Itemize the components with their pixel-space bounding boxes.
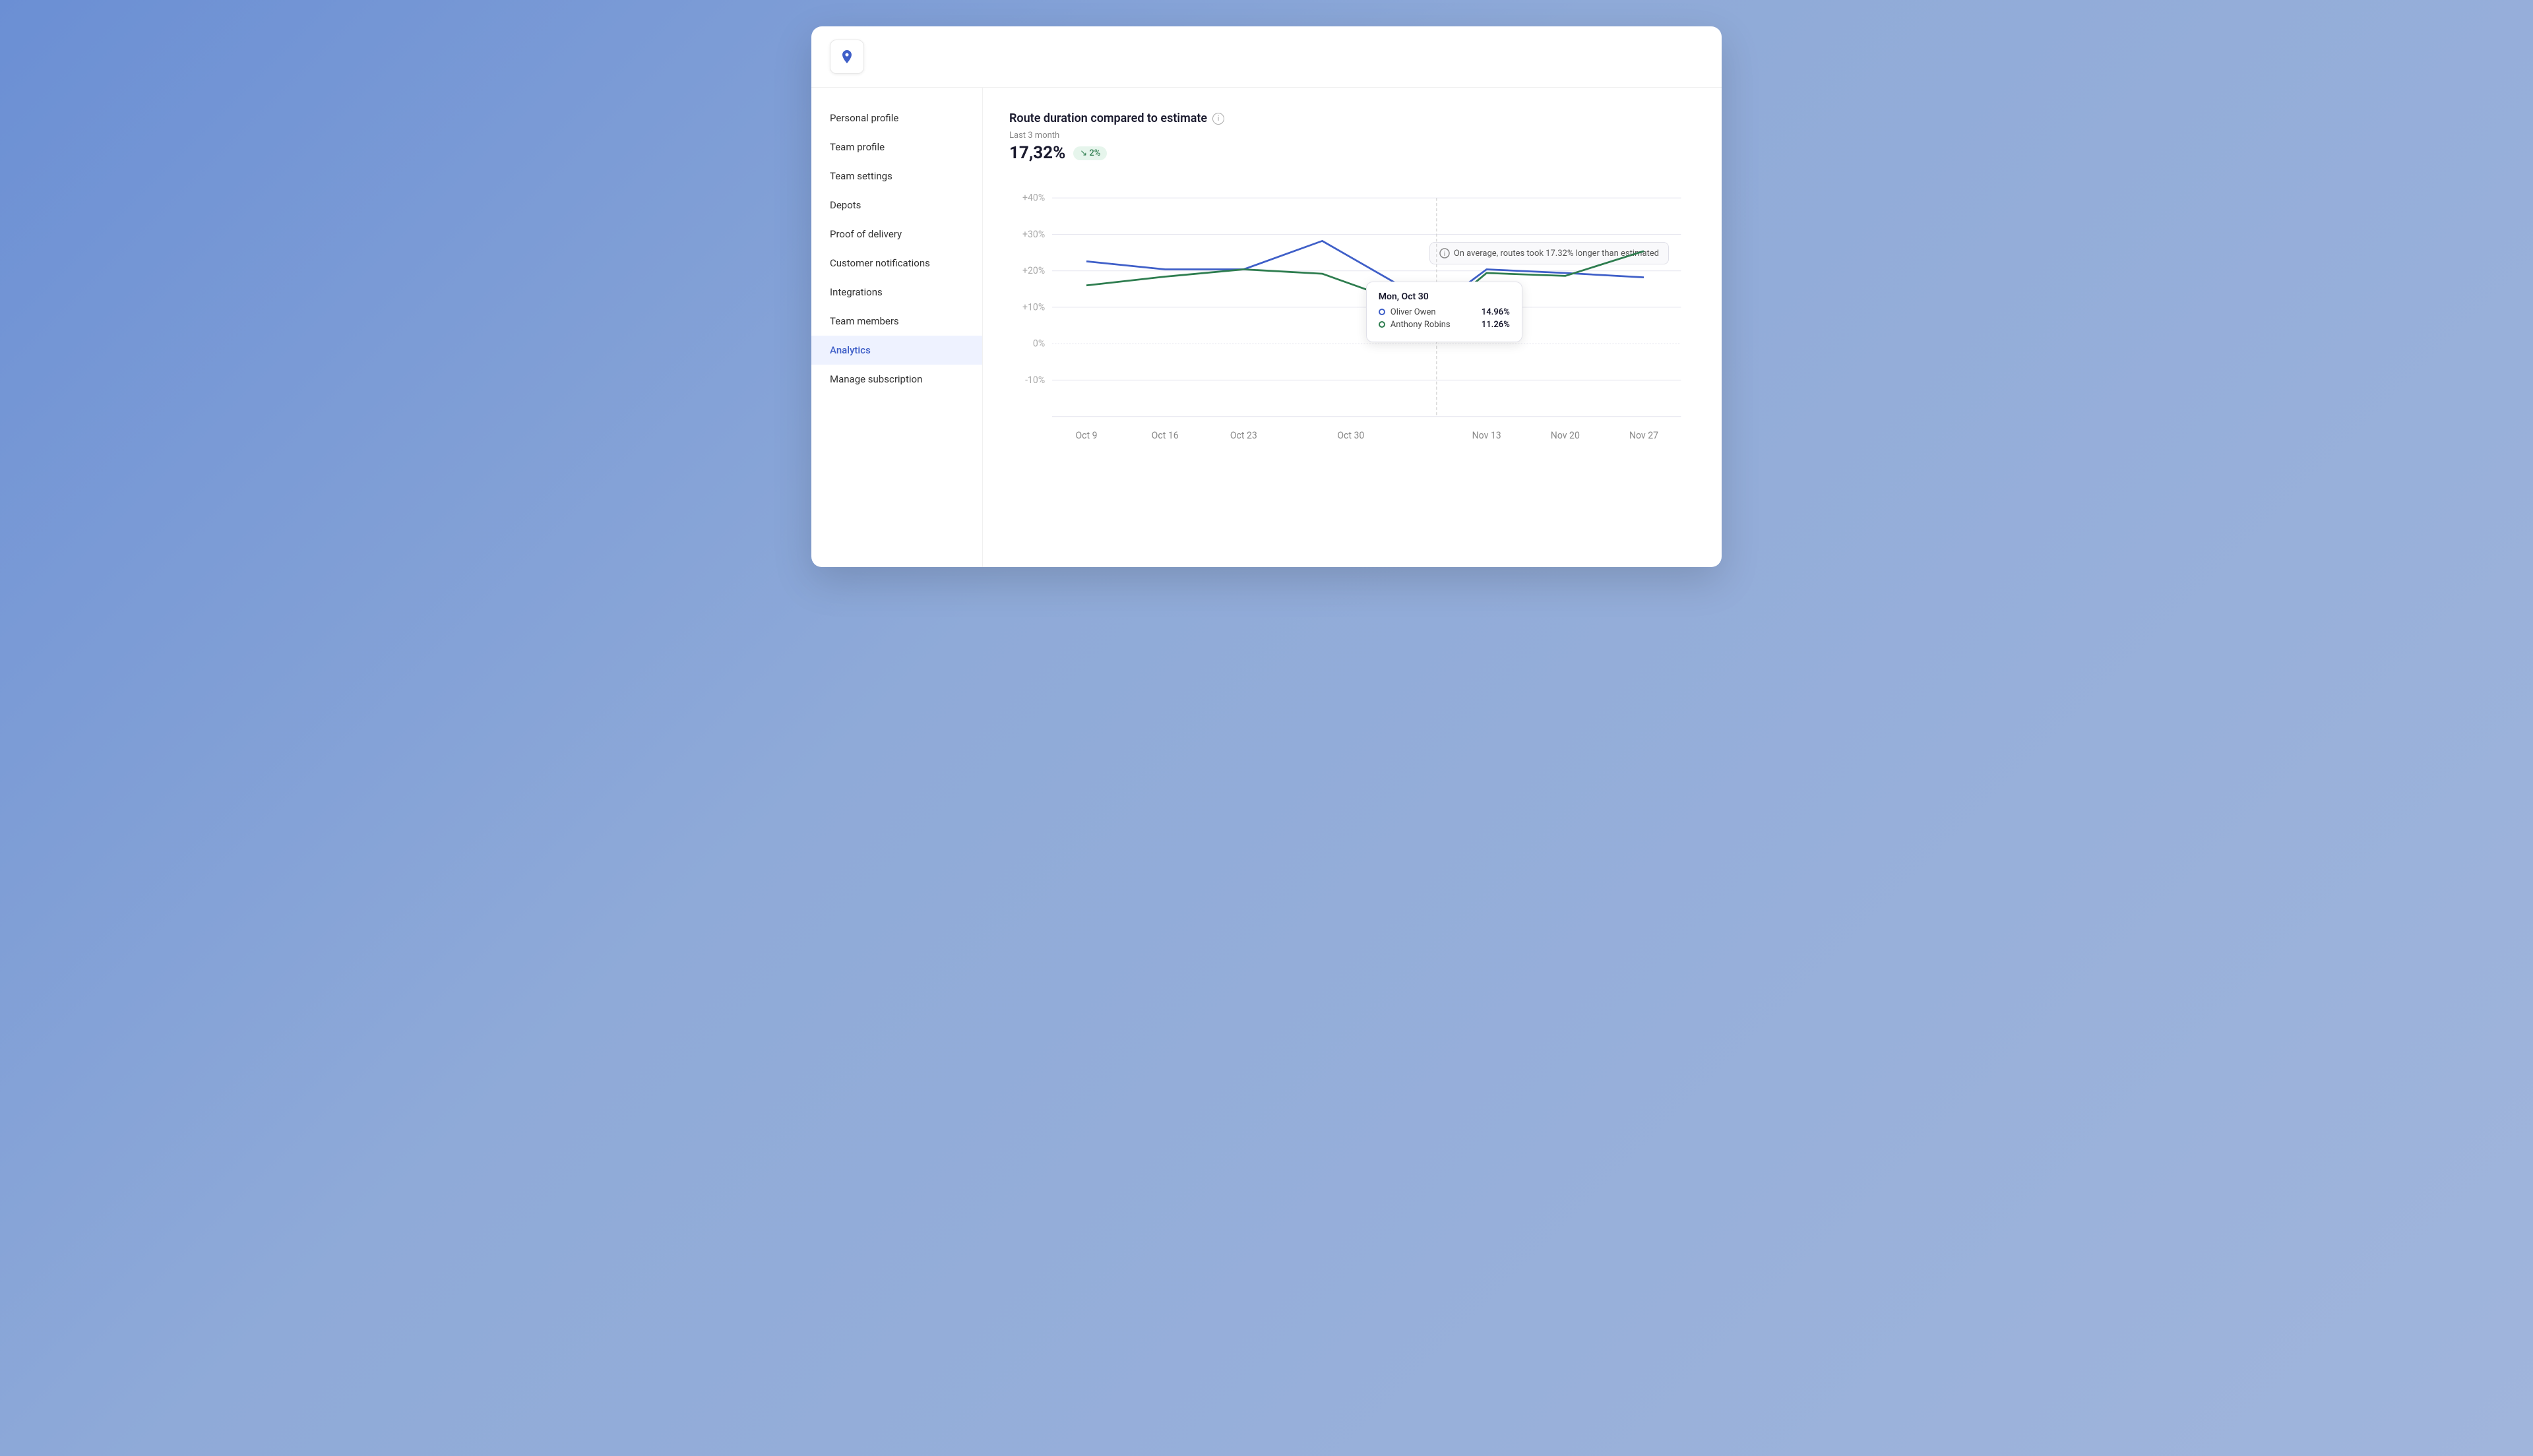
svg-text:Oct 16: Oct 16: [1152, 431, 1179, 441]
svg-text:0%: 0%: [1033, 339, 1045, 349]
chart-period-label: Last 3 month: [1009, 131, 1695, 140]
logo-box[interactable]: [830, 40, 864, 74]
chart-wrapper: +40% +30% +20% +10% 0% -10% Oct 9 Oct 16: [1009, 176, 1695, 453]
chart-svg: +40% +30% +20% +10% 0% -10% Oct 9 Oct 16: [1009, 176, 1695, 453]
chart-header: Route duration compared to estimate i: [1009, 111, 1695, 125]
tooltip-row-green: Anthony Robins 11.26%: [1379, 320, 1510, 330]
tooltip-dot-green: [1379, 321, 1385, 328]
metric-badge: ↘ 2%: [1073, 146, 1107, 160]
tooltip-name-blue: Oliver Owen: [1391, 307, 1476, 317]
sidebar-item-personal-profile[interactable]: Personal profile: [811, 104, 982, 133]
chart-title: Route duration compared to estimate: [1009, 111, 1207, 125]
svg-text:Nov 13: Nov 13: [1472, 431, 1501, 441]
sidebar-item-integrations[interactable]: Integrations: [811, 278, 982, 307]
sidebar-item-manage-subscription[interactable]: Manage subscription: [811, 365, 982, 394]
svg-text:Oct 23: Oct 23: [1230, 431, 1257, 441]
svg-text:Oct 30: Oct 30: [1337, 431, 1364, 441]
sidebar-item-customer-notifications[interactable]: Customer notifications: [811, 249, 982, 278]
svg-text:Oct 9: Oct 9: [1075, 431, 1097, 441]
tooltip-name-green: Anthony Robins: [1391, 320, 1476, 330]
content-area: Route duration compared to estimate i La…: [983, 88, 1722, 567]
blue-line: [1086, 241, 1644, 306]
tooltip-dot-blue: [1379, 309, 1385, 315]
sidebar-item-team-members[interactable]: Team members: [811, 307, 982, 336]
app-container: Personal profile Team profile Team setti…: [811, 26, 1722, 567]
chart-hover-tooltip: Mon, Oct 30 Oliver Owen 14.96% Anthony R…: [1366, 282, 1522, 342]
svg-text:+40%: +40%: [1022, 193, 1045, 203]
sidebar-item-team-profile[interactable]: Team profile: [811, 133, 982, 162]
sidebar: Personal profile Team profile Team setti…: [811, 88, 983, 567]
svg-text:Nov 27: Nov 27: [1629, 431, 1658, 441]
sidebar-item-depots[interactable]: Depots: [811, 191, 982, 220]
chart-container-wrapper: i On average, routes took 17.32% longer …: [1009, 176, 1695, 453]
svg-text:+20%: +20%: [1022, 266, 1045, 276]
location-icon: [839, 49, 855, 65]
tooltip-row-blue: Oliver Owen 14.96%: [1379, 307, 1510, 317]
sidebar-item-team-settings[interactable]: Team settings: [811, 162, 982, 191]
sidebar-item-analytics[interactable]: Analytics: [811, 336, 982, 365]
chart-section: Route duration compared to estimate i La…: [1009, 111, 1695, 453]
metric-row: 17,32% ↘ 2%: [1009, 143, 1695, 163]
svg-text:+10%: +10%: [1022, 302, 1045, 313]
sidebar-item-proof-of-delivery[interactable]: Proof of delivery: [811, 220, 982, 249]
tooltip-val-green: 11.26%: [1482, 320, 1510, 330]
chart-info-icon[interactable]: i: [1212, 113, 1224, 125]
svg-text:Nov 20: Nov 20: [1551, 431, 1580, 441]
svg-text:+30%: +30%: [1022, 229, 1045, 240]
tooltip-val-blue: 14.96%: [1482, 307, 1510, 317]
metric-value: 17,32%: [1009, 143, 1065, 163]
svg-text:-10%: -10%: [1025, 375, 1045, 386]
green-line: [1086, 251, 1644, 315]
tooltip-date: Mon, Oct 30: [1379, 291, 1510, 302]
top-bar: [811, 26, 1722, 88]
main-layout: Personal profile Team profile Team setti…: [811, 88, 1722, 567]
